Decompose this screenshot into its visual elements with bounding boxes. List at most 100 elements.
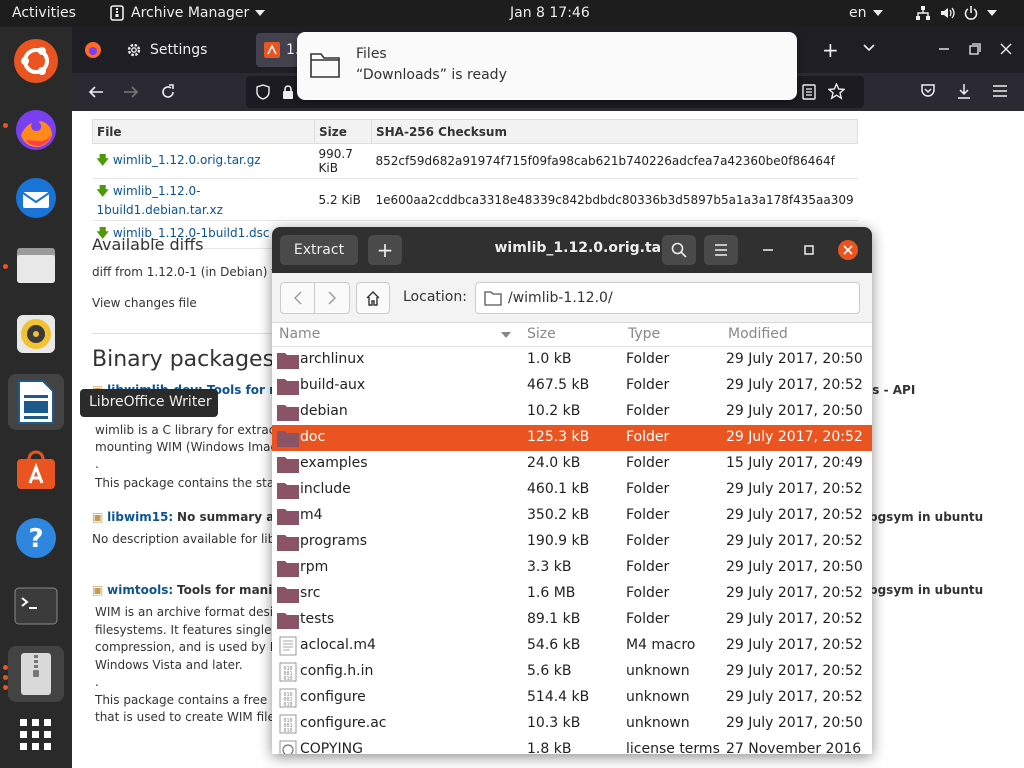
dock-terminal[interactable] [8,578,64,634]
row-type: Folder [626,507,670,523]
col-type-header[interactable]: Type [628,326,660,342]
restore-icon[interactable] [969,43,981,55]
row-name: build-aux [300,377,366,393]
dock-files[interactable] [8,238,64,294]
pkg3-right-text: bgsym in ubuntu [869,583,984,597]
file-row[interactable]: m4 350.2 kB Folder 29 July 2017, 20:52 [272,503,872,529]
pocket-icon[interactable] [920,83,936,99]
file-row[interactable]: archlinux 1.0 kB Folder 29 July 2017, 20:50 [272,347,872,373]
row-type: Folder [626,585,670,601]
downloads-icon[interactable] [956,83,972,99]
folder-icon [276,584,300,608]
firefox-view-icon[interactable] [84,41,102,59]
file-row[interactable]: 010 001 010 configure 514.4 kB unknown 29 July… [272,685,872,711]
add-files-button[interactable]: + [368,235,402,265]
close-button[interactable] [838,240,858,260]
dock-rhythmbox[interactable] [8,306,64,362]
shield-icon[interactable] [256,84,270,100]
col-file: File [92,119,315,144]
extract-button[interactable]: Extract [280,235,358,265]
file-row[interactable]: 010 001 010 config.h.in 5.6 kB unknown 29 July… [272,659,872,685]
show-applications-button[interactable] [8,707,64,763]
file-row[interactable]: build-aux 467.5 kB Folder 29 July 2017, 20:… [272,373,872,399]
firefox-icon [16,110,56,150]
diff-link[interactable]: diff from 1.12.0-1 (in Debian) to 1 [92,265,295,279]
file-row[interactable]: debian 10.2 kB Folder 29 July 2017, 20:50 [272,399,872,425]
archive-manager-icon [110,5,124,21]
row-type: Folder [626,533,670,549]
file-row[interactable]: 010 001 010 configure.ac 10.3 kB unknown 29 Ju… [272,711,872,737]
launchpad-tab-icon [264,42,280,58]
folder-icon [276,506,300,530]
lock-icon[interactable] [282,84,294,100]
dock-firefox[interactable] [8,102,64,158]
location-field[interactable]: /wimlib-1.12.0/ [475,282,860,314]
notification-banner[interactable]: Files “Downloads” is ready [297,32,797,100]
menu-button[interactable] [704,235,738,265]
dock-help[interactable]: ? [8,510,64,566]
location-bar: Location: /wimlib-1.12.0/ [272,273,872,323]
pkg2-name[interactable]: libwim15: [107,510,173,524]
home-button[interactable] [356,282,390,314]
new-tab-icon[interactable]: + [822,38,839,62]
row-type: Folder [626,481,670,497]
reader-mode-icon[interactable] [802,84,816,100]
file-row[interactable]: COPYING 1.8 kB license terms 27 November 20… [272,737,872,754]
dock-software[interactable] [8,442,64,498]
row-modified: 29 July 2017, 20:52 [726,663,863,679]
power-icon [964,6,978,20]
file-row[interactable]: rpm 3.3 kB Folder 29 July 2017, 20:50 [272,555,872,581]
maximize-icon[interactable] [803,244,815,256]
back-button[interactable] [281,283,316,313]
pkg2-desc: No description available for libwi [92,532,289,546]
close-icon[interactable] [1000,43,1012,55]
system-menu[interactable] [915,5,997,21]
row-modified: 29 July 2017, 20:52 [726,585,863,601]
row-type: unknown [626,689,690,705]
bookmark-star-icon[interactable] [828,83,845,100]
tab-settings[interactable]: Settings [116,37,246,63]
row-type: unknown [626,715,690,731]
file-link[interactable]: wimlib_1.12.0-1build1.debian.tar.xz [97,184,223,217]
dock-libreoffice-writer[interactable] [8,374,64,430]
clock[interactable]: Jan 8 17:46 [510,5,590,21]
dock-archive-manager[interactable] [8,646,64,702]
dock-thunderbird[interactable] [8,170,64,226]
col-size-header[interactable]: Size [527,326,556,342]
reload-icon[interactable] [160,84,176,100]
minimize-icon[interactable] [762,245,774,255]
view-changes-link[interactable]: View changes file [92,296,197,310]
row-type: Folder [626,455,670,471]
file-link[interactable]: wimlib_1.12.0.orig.tar.gz [113,153,261,167]
file-row[interactable]: programs 190.9 kB Folder 29 July 2017, 20:5… [272,529,872,555]
app-menu[interactable]: Archive Manager [110,5,266,21]
input-source-arrow-icon [872,10,883,16]
row-name: debian [300,403,348,419]
file-row[interactable]: aclocal.m4 54.6 kB M4 macro 29 July 2017, 2… [272,633,872,659]
list-tabs-icon[interactable] [863,44,875,52]
activities-button[interactable]: Activities [12,5,76,21]
file-row[interactable]: src 1.6 MB Folder 29 July 2017, 20:52 [272,581,872,607]
dock-ubuntu[interactable] [8,33,64,89]
dock: ? [0,27,72,768]
row-modified: 29 July 2017, 20:52 [726,533,863,549]
minimize-icon[interactable] [938,43,950,55]
pkg3-header: ▣ wimtools: Tools for manipula [92,583,302,597]
input-source-menu[interactable]: en [849,5,883,21]
search-button[interactable] [662,235,696,265]
forward-icon[interactable] [123,84,139,100]
forward-button[interactable] [315,283,349,313]
pkg3-name[interactable]: wimtools: [107,583,173,597]
row-size: 514.4 kB [527,689,590,705]
col-name-header[interactable]: Name [279,326,320,342]
file-row[interactable]: include 460.1 kB Folder 29 July 2017, 20:52 [272,477,872,503]
back-icon[interactable] [88,84,104,100]
row-size: 190.9 kB [527,533,590,549]
file-row[interactable]: tests 89.1 kB Folder 29 July 2017, 20:52 [272,607,872,633]
col-modified-header[interactable]: Modified [728,326,788,342]
file-row[interactable]: doc 125.3 kB Folder 29 July 2017, 20:52 [272,425,872,451]
row-type: Folder [626,559,670,575]
hamburger-menu-icon[interactable] [992,84,1008,98]
file-row[interactable]: examples 24.0 kB Folder 15 July 2017, 20:49 [272,451,872,477]
pkg1-desc: . [95,457,99,471]
